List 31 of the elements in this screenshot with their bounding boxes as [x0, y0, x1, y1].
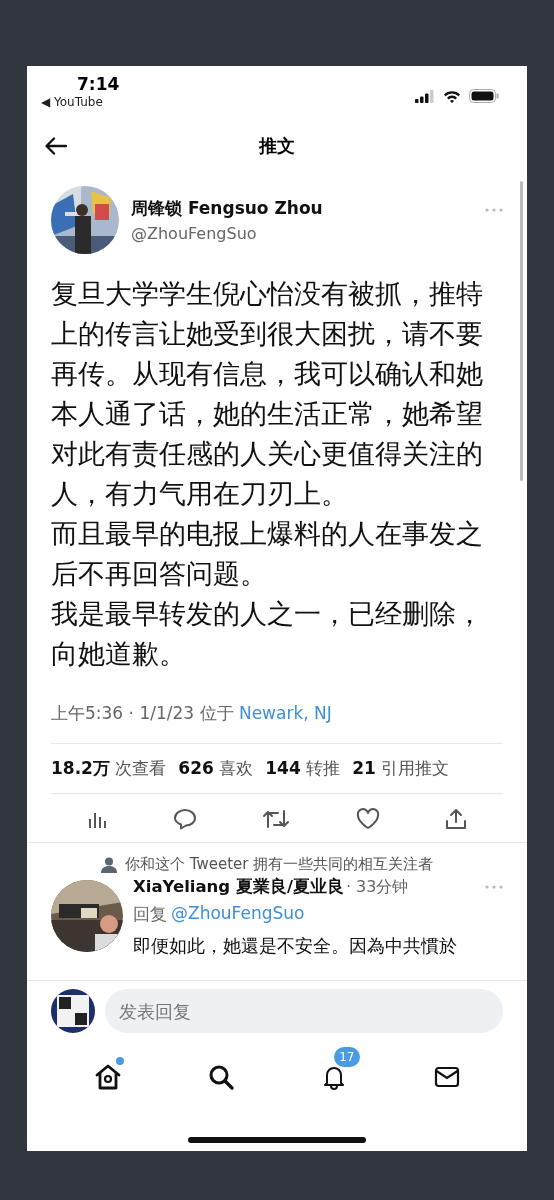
- wifi-icon: [443, 89, 461, 103]
- page-title: 推文: [259, 134, 295, 158]
- author-name[interactable]: 周锋锁 Fengsuo Zhou: [131, 197, 473, 220]
- retweet-icon[interactable]: [262, 808, 290, 830]
- stat-count[interactable]: 18.2万 次查看: [51, 757, 167, 780]
- reply-text: 即便如此，她還是不安全。因為中共慣於: [133, 934, 458, 958]
- back-arrow-icon[interactable]: [45, 137, 67, 155]
- reply-time: · 33分钟: [345, 876, 410, 898]
- reply-icon[interactable]: [172, 808, 197, 830]
- stat-count[interactable]: 21 引用推文: [352, 757, 450, 780]
- tweet-timestamp: 上午5:36 · 1/1/23 位于: [51, 703, 234, 723]
- author-handle[interactable]: @ZhouFengSuo: [131, 224, 473, 243]
- person-icon: [101, 856, 117, 873]
- stat-count[interactable]: 144 转推: [265, 757, 341, 780]
- tweet-text: 而且最早的电报上爆料的人在事发之后不再回答问题。: [51, 517, 484, 591]
- replying-to-label: 回复: [133, 903, 167, 926]
- notification-badge: 17: [334, 1047, 360, 1067]
- home-icon: [93, 1063, 122, 1091]
- battery-icon: [469, 89, 499, 103]
- status-time: 7:14: [77, 74, 120, 94]
- reply-field[interactable]: 发表回复: [105, 989, 503, 1033]
- location-link[interactable]: Newark, NJ: [238, 703, 332, 723]
- reply-author-name[interactable]: XiaYeliang 夏業良/夏业良: [133, 876, 344, 898]
- back-to-app-link[interactable]: ◀ YouTube: [41, 94, 103, 110]
- signal-icon: [415, 89, 435, 103]
- social-context: 你和这个 Tweeter 拥有一些共同的相互关注者: [125, 855, 434, 874]
- like-icon[interactable]: [355, 808, 380, 830]
- stat-count[interactable]: 626 喜欢: [178, 757, 254, 780]
- share-icon[interactable]: [445, 808, 467, 830]
- tweet-text: 复旦大学学生倪心怡没有被抓，推特上的传言让她受到很大困扰，请不要再传。从现有信息，我可以确认和她本人通了话，她的生活正常，她希望对此有责任感的人关心更值得关注的人，有力气用在刀刃上。: [51, 277, 484, 511]
- tweet-text: 我是最早转发的人之一，已经删除，向她道歉。: [51, 597, 484, 671]
